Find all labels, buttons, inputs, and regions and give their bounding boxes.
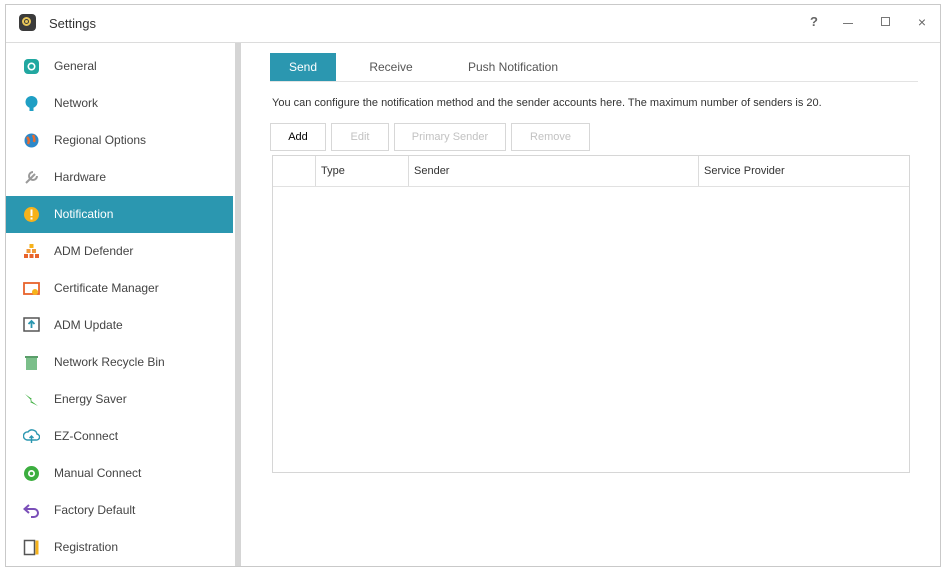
sidebar-item-regional-options[interactable]: Regional Options xyxy=(6,122,233,159)
sidebar-item-label: Registration xyxy=(54,540,119,554)
settings-window: Settings ? × General Network Regional Op… xyxy=(5,4,941,567)
senders-table: Type Sender Service Provider xyxy=(272,155,910,473)
sidebar-item-label: Manual Connect xyxy=(54,466,142,480)
sidebar-item-label: General xyxy=(54,59,97,73)
energy-saver-icon xyxy=(25,394,38,406)
sidebar-item-manual-connect[interactable]: Manual Connect xyxy=(6,455,233,492)
adm-defender-icon xyxy=(24,244,39,258)
sidebar-item-label: Hardware xyxy=(54,170,107,184)
sidebar-item-label: Network xyxy=(54,96,99,110)
settings-app-icon xyxy=(19,14,36,31)
column-header-type[interactable]: Type xyxy=(315,156,408,186)
sidebar-item-energy-saver[interactable]: Energy Saver xyxy=(6,381,233,418)
sender-description: You can configure the notification metho… xyxy=(272,97,822,109)
add-button[interactable]: Add xyxy=(270,123,326,151)
tab-push-notification[interactable]: Push Notification xyxy=(448,53,578,81)
settings-sidebar: General Network Regional Options Hardwar… xyxy=(6,43,233,566)
adm-update-icon xyxy=(23,317,40,332)
hardware-icon xyxy=(25,171,38,184)
sidebar-item-label: Factory Default xyxy=(54,503,136,517)
sidebar-item-label: Network Recycle Bin xyxy=(54,355,165,369)
ez-connect-icon xyxy=(23,429,40,443)
sidebar-item-adm-update[interactable]: ADM Update xyxy=(6,307,233,344)
sidebar-item-certificate-manager[interactable]: Certificate Manager xyxy=(6,270,233,307)
sidebar-item-factory-default[interactable]: Factory Default xyxy=(6,492,233,529)
sidebar-item-label: Certificate Manager xyxy=(54,281,159,295)
title-bar: Settings ? × xyxy=(6,5,940,43)
tab-receive[interactable]: Receive xyxy=(354,53,428,81)
table-header: Type Sender Service Provider xyxy=(273,156,909,187)
sidebar-item-label: Notification xyxy=(54,207,114,221)
registration-icon xyxy=(23,539,39,556)
sidebar-item-label: ADM Update xyxy=(54,318,123,332)
sidebar-item-label: Energy Saver xyxy=(54,392,127,406)
window-title: Settings xyxy=(49,16,96,31)
certificate-manager-icon xyxy=(23,282,40,295)
sidebar-item-network[interactable]: Network xyxy=(6,85,233,122)
help-button[interactable]: ? xyxy=(804,13,824,31)
sidebar-item-label: EZ-Connect xyxy=(54,429,119,443)
sidebar-item-label: ADM Defender xyxy=(54,244,134,258)
sidebar-item-network-recycle-bin[interactable]: Network Recycle Bin xyxy=(6,344,233,381)
recycle-bin-icon xyxy=(25,356,38,370)
column-header-service-provider[interactable]: Service Provider xyxy=(698,156,909,186)
primary-sender-button[interactable]: Primary Sender xyxy=(394,123,506,151)
general-icon xyxy=(24,59,39,74)
column-header-select[interactable] xyxy=(273,156,315,186)
sidebar-scrollbar[interactable] xyxy=(235,43,241,566)
sidebar-item-notification[interactable]: Notification xyxy=(6,196,233,233)
regional-options-icon xyxy=(24,133,39,148)
column-header-sender[interactable]: Sender xyxy=(408,156,698,186)
sidebar-item-registration[interactable]: Registration xyxy=(6,529,233,566)
minimize-button[interactable] xyxy=(838,13,858,31)
remove-button[interactable]: Remove xyxy=(511,123,590,151)
close-button[interactable]: × xyxy=(912,13,932,31)
manual-connect-icon xyxy=(24,466,39,481)
edit-button[interactable]: Edit xyxy=(331,123,389,151)
sidebar-item-ez-connect[interactable]: EZ-Connect xyxy=(6,418,233,455)
factory-default-icon xyxy=(23,504,39,518)
maximize-button[interactable] xyxy=(876,13,896,31)
tab-send[interactable]: Send xyxy=(270,53,336,81)
sidebar-item-general[interactable]: General xyxy=(6,48,233,85)
sidebar-item-label: Regional Options xyxy=(54,133,147,147)
sidebar-item-adm-defender[interactable]: ADM Defender xyxy=(6,233,233,270)
network-icon xyxy=(25,96,38,111)
notification-icon xyxy=(24,207,39,222)
tab-divider xyxy=(270,81,918,82)
sidebar-item-hardware[interactable]: Hardware xyxy=(6,159,233,196)
